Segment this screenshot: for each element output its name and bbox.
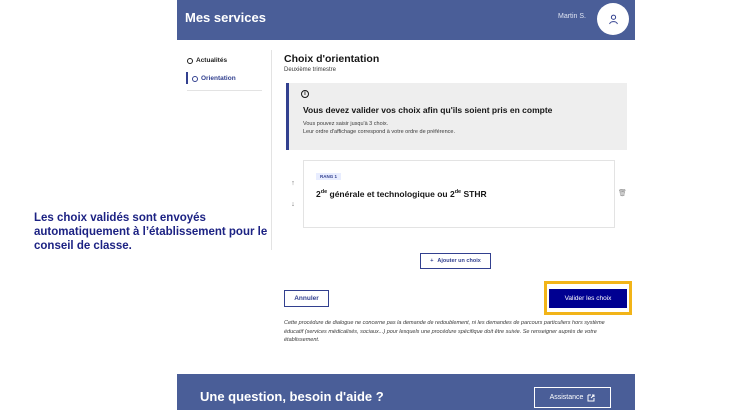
divider (187, 90, 262, 91)
notice-text: Vous pouvez saisir jusqu'à 3 choix. (303, 121, 389, 127)
circle-icon (192, 75, 198, 82)
trash-icon: 🗑 (618, 190, 627, 197)
disclaimer-text: Cette procédure de dialogue ne concerne … (284, 320, 605, 343)
assistance-button[interactable]: Assistance (534, 387, 611, 408)
user-name: Martin S. (558, 13, 587, 20)
callout-text: Les choix validés sont envoyés automatiq… (34, 212, 268, 252)
page-subtitle: Deuxième trimestre (284, 67, 337, 73)
notice-text: Leur ordre d'affichage correspond à votr… (303, 129, 455, 135)
footer-bar: Une question, besoin d'aide ? Assistance (177, 374, 635, 410)
move-up-button[interactable]: ↑ (287, 177, 299, 189)
cancel-button[interactable]: Annuler (284, 290, 329, 307)
delete-button[interactable]: 🗑 (618, 189, 627, 197)
sidebar-item-label: Actualités (196, 57, 228, 64)
page-title: Choix d'orientation (284, 53, 380, 65)
plus-icon: + (430, 258, 434, 264)
footer-title: Une question, besoin d'aide ? (200, 389, 384, 404)
header-bar: Mes services Martin S. (177, 0, 635, 40)
sidebar-item-actualites[interactable]: Actualités (187, 57, 227, 64)
arrow-down-icon: ↓ (291, 200, 295, 208)
sidebar-item-orientation[interactable]: Orientation (192, 75, 236, 82)
header-title: Mes services (185, 10, 266, 25)
rank-badge: RANG 1 (316, 173, 342, 180)
user-icon (608, 14, 618, 24)
move-down-button[interactable]: ↓ (287, 198, 299, 210)
notice-title: Vous devez valider vos choix afin qu'ils… (303, 105, 553, 115)
choice-card: RANG 1 2de générale et technologique ou … (303, 160, 615, 228)
app-window: Mes services Martin S. Actualités Orient… (177, 0, 635, 362)
arrow-up-icon: ↑ (291, 179, 295, 187)
choice-label: 2de générale et technologique ou 2de STH… (316, 189, 487, 199)
external-link-icon (587, 394, 595, 401)
active-indicator (186, 72, 188, 84)
add-choice-button[interactable]: + Ajouter un choix (420, 253, 491, 269)
avatar[interactable] (597, 3, 629, 35)
validate-button[interactable]: Valider les choix (549, 289, 627, 308)
notice-box: i Vous devez valider vos choix afin qu'i… (286, 83, 627, 150)
circle-icon (187, 57, 193, 64)
sidebar-item-label: Orientation (201, 75, 236, 82)
info-icon: i (301, 90, 309, 98)
